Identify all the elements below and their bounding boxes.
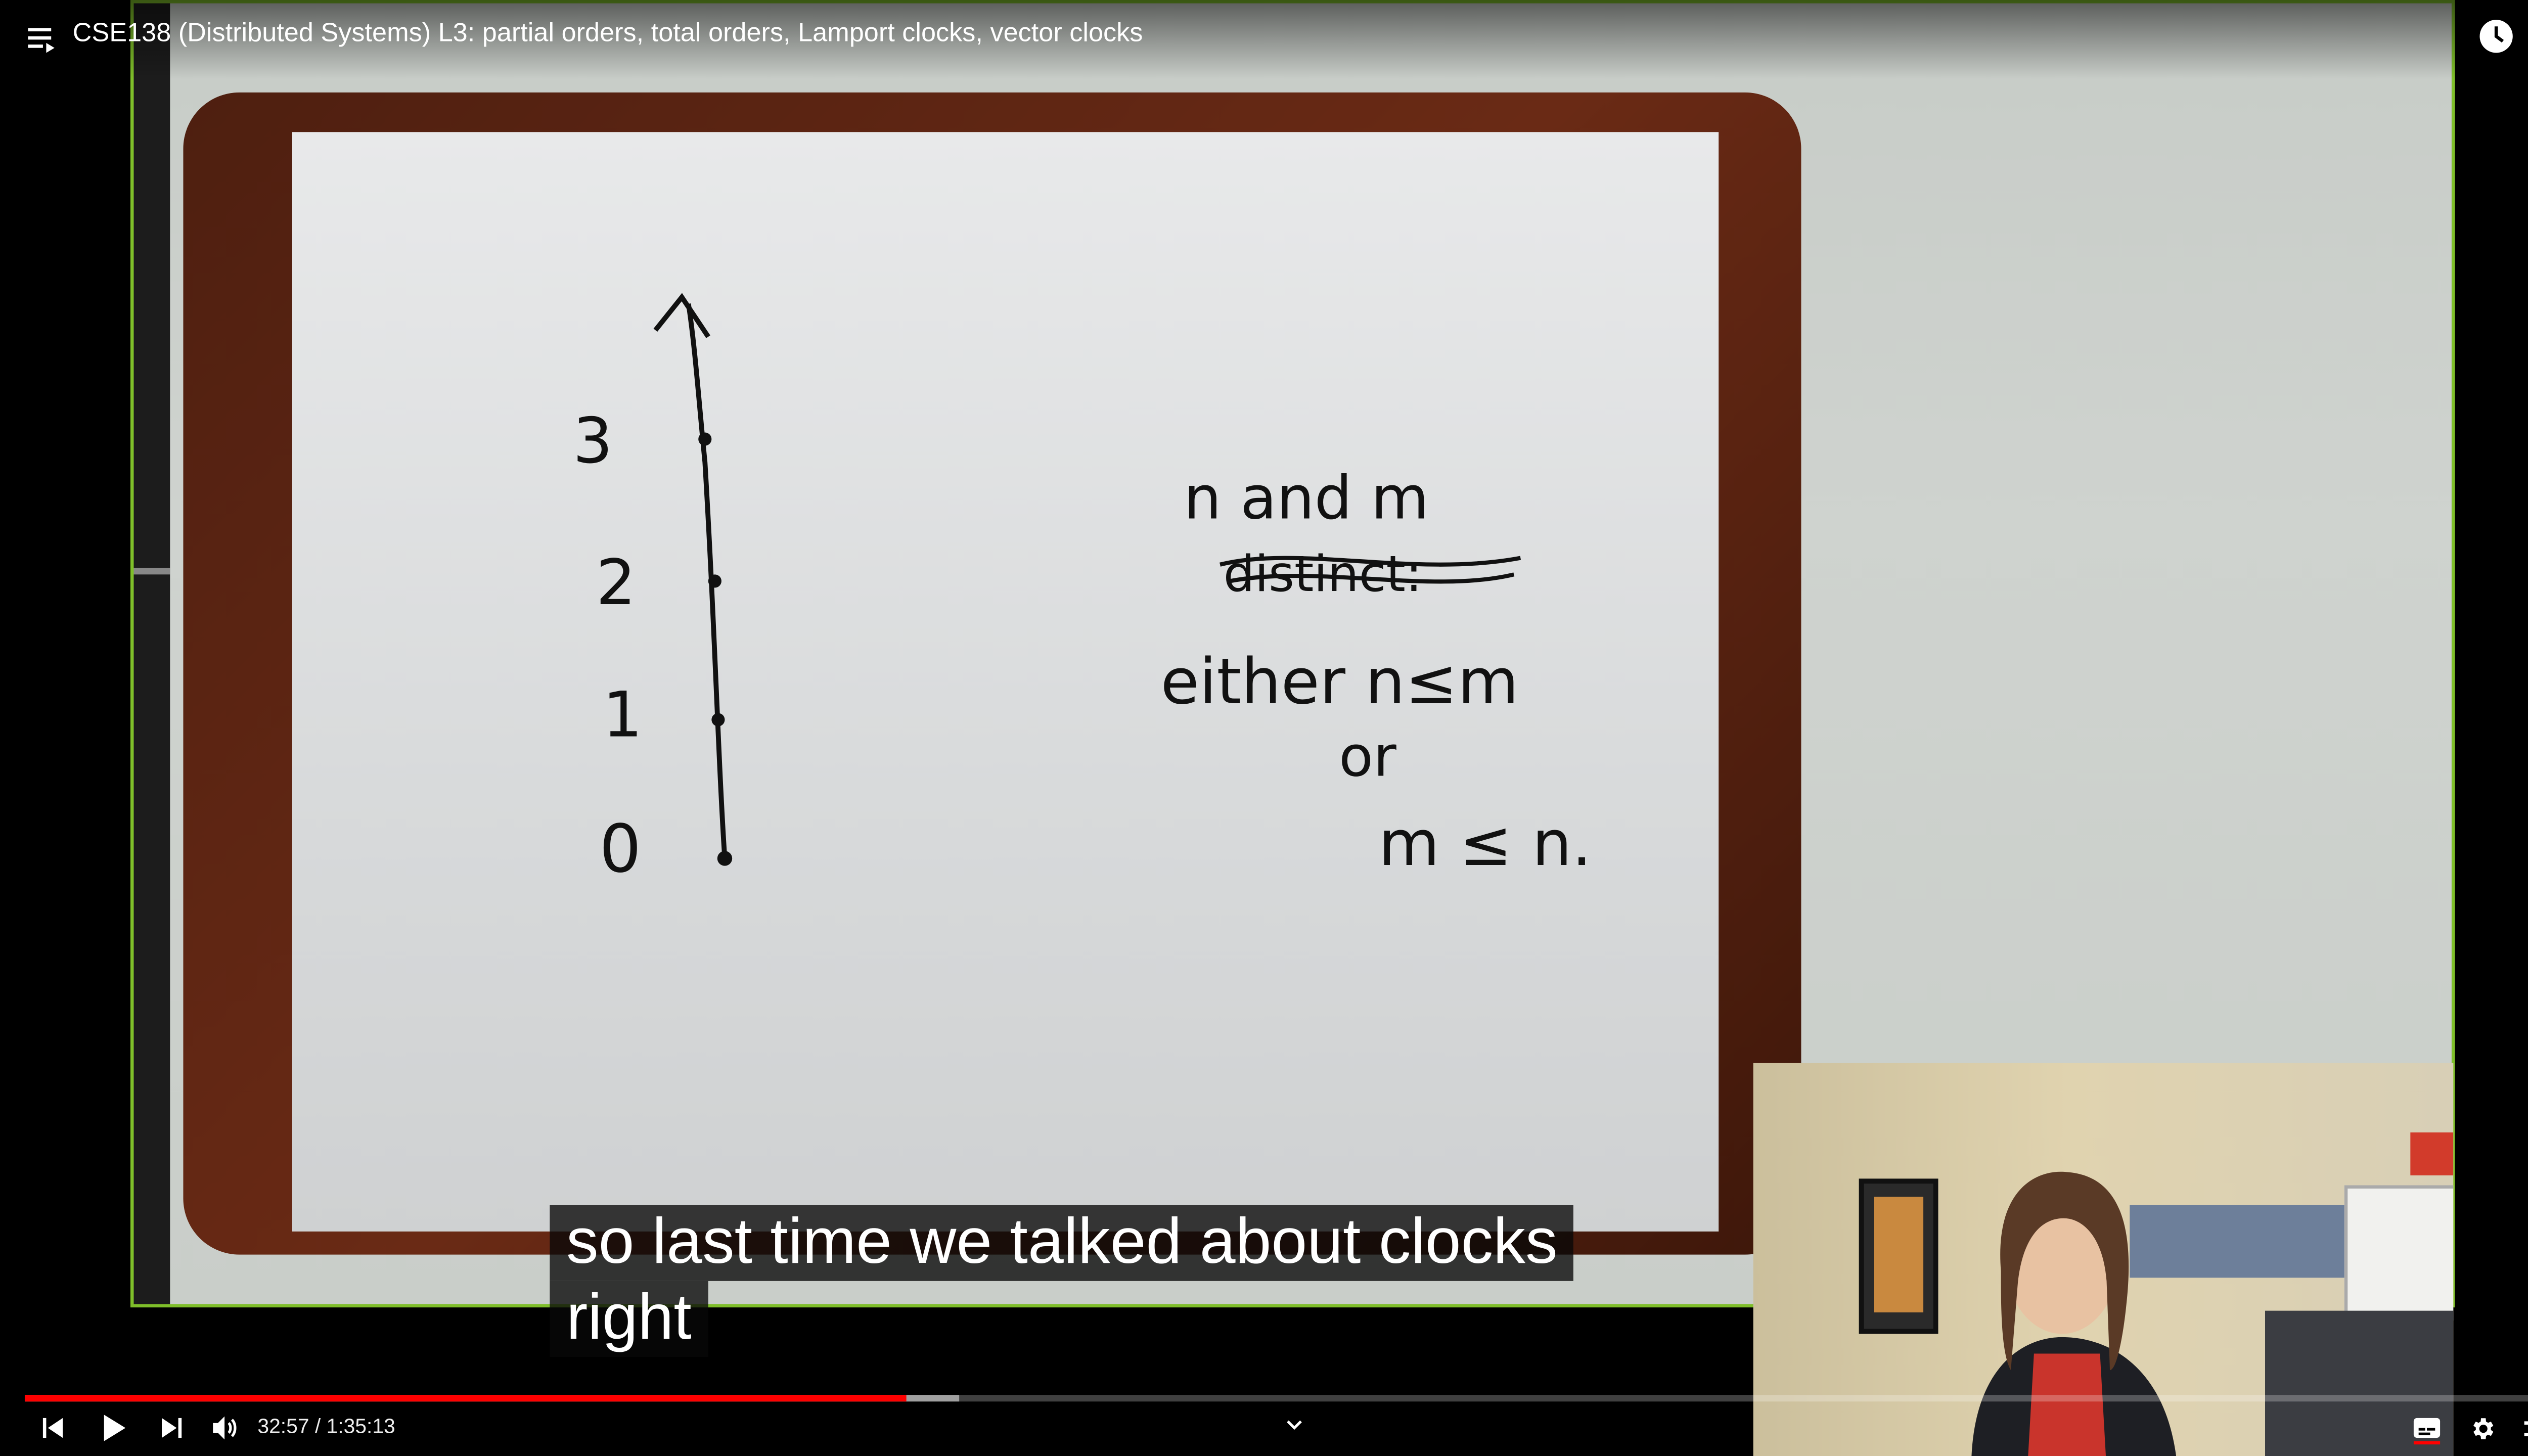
skip-next-icon[interactable] [158, 1415, 185, 1441]
board-text-distinct: distinct: [1224, 545, 1422, 603]
video-player[interactable]: 3 2 1 0 n and m distinct: either n≤m or … [0, 0, 2528, 1456]
axis-label-3: 3 [573, 404, 613, 477]
caption-line-1: so last time we talked about clocks [550, 1205, 1574, 1281]
axis-label-1: 1 [603, 678, 643, 751]
time-display: 32:57 / 1:35:13 [257, 1415, 395, 1438]
tick-dot-3 [698, 432, 712, 446]
video-title[interactable]: CSE138 (Distributed Systems) L3: partial… [73, 20, 1143, 50]
camera-whiteboard [2344, 1185, 2454, 1321]
subtitles-active-indicator [2413, 1441, 2441, 1445]
progress-played [24, 1395, 906, 1402]
tick-dot-2 [708, 574, 721, 588]
skip-previous-icon[interactable] [39, 1415, 66, 1441]
whiteboard: 3 2 1 0 n and m distinct: either n≤m or … [292, 132, 1719, 1232]
play-icon[interactable] [99, 1413, 129, 1443]
board-text-m-leq-n: m ≤ n. [1379, 807, 1592, 880]
wall-sign [2410, 1132, 2454, 1175]
axis-label-0: 0 [599, 810, 641, 887]
presenter [1971, 1171, 2177, 1456]
tick-dot-0 [717, 851, 733, 866]
clock-icon[interactable] [2478, 18, 2514, 55]
captions: so last time we talked about clocks righ… [550, 1205, 1574, 1357]
tick-dot-1 [711, 713, 725, 726]
volume-icon[interactable] [211, 1415, 240, 1441]
chevron-down-icon[interactable] [1284, 1417, 1304, 1433]
whiteboard-drawing: 3 2 1 0 n and m distinct: either n≤m or … [573, 293, 1592, 887]
whiteboard-frame: 3 2 1 0 n and m distinct: either n≤m or … [183, 92, 1801, 1255]
board-text-either: either n≤m [1161, 646, 1519, 718]
caption-line-2: right [550, 1281, 708, 1357]
progress-bar[interactable] [24, 1395, 2528, 1402]
board-text-n-and-m: n and m [1184, 463, 1429, 532]
exit-fullscreen-icon[interactable] [2522, 1415, 2528, 1443]
video-left-border [133, 3, 170, 1304]
subtitles-icon[interactable] [2412, 1415, 2442, 1441]
axis-label-2: 2 [596, 547, 636, 619]
board-text-or: or [1339, 724, 1396, 790]
playlist-icon[interactable] [26, 23, 56, 53]
gear-icon[interactable] [2468, 1415, 2497, 1443]
video-left-border-mark [133, 568, 170, 575]
